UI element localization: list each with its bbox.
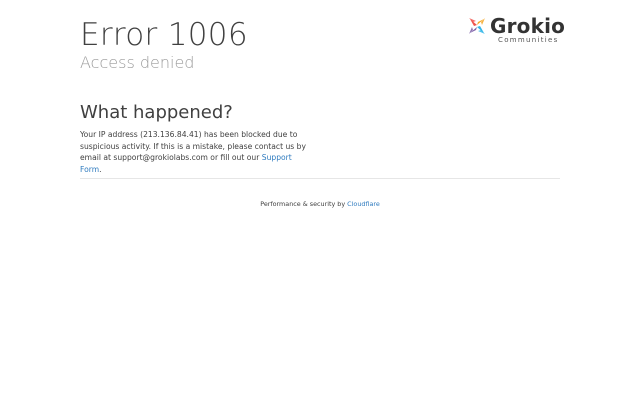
footer: Performance & security by Cloudflare	[80, 199, 560, 209]
cloudflare-link[interactable]: Cloudflare	[347, 200, 380, 208]
logo-tagline: Communities	[498, 36, 559, 44]
error-page: Error 1006 Access denied Grokio Communit…	[80, 0, 565, 400]
what-happened-heading: What happened?	[80, 102, 233, 123]
error-subtitle: Access denied	[80, 53, 195, 72]
divider	[80, 178, 560, 179]
footer-text: Performance & security by	[260, 200, 348, 208]
description-end: .	[99, 164, 102, 174]
what-happened-description: Your IP address (213.136.84.41) has been…	[80, 129, 312, 175]
error-title: Error 1006	[80, 17, 248, 53]
grokio-logo-icon	[469, 18, 485, 34]
site-logo[interactable]: Grokio Communities	[468, 14, 565, 46]
